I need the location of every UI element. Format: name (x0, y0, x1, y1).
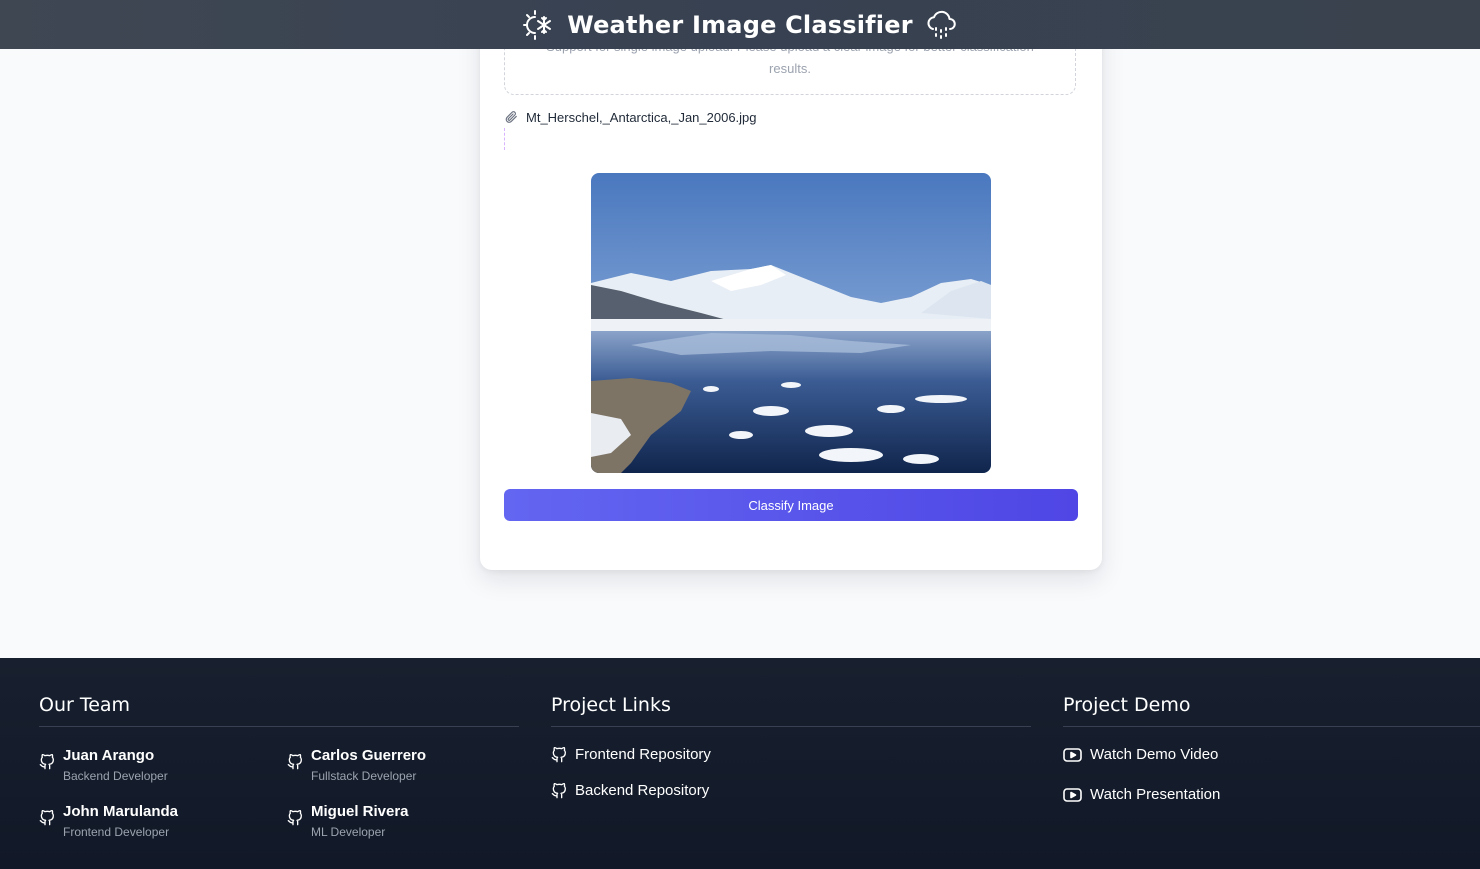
member-role: Frontend Developer (63, 825, 170, 839)
sun-snow-icon (523, 9, 555, 41)
team-member[interactable]: Juan Arango Backend Developer (39, 746, 168, 786)
github-icon (551, 782, 567, 799)
app-title: Weather Image Classifier (567, 10, 913, 39)
team-member[interactable]: Miguel Rivera ML Developer (287, 802, 409, 842)
github-icon (39, 809, 55, 826)
member-name: Juan Arango (63, 747, 155, 764)
link-label: Watch Presentation (1090, 786, 1221, 803)
project-demo-divider (1063, 726, 1480, 727)
team-section: Our Team Juan Arango Backend Developer C… (39, 692, 519, 839)
image-preview (591, 173, 991, 473)
project-links-title: Project Links (551, 694, 671, 716)
link-label: Watch Demo Video (1090, 746, 1219, 763)
classifier-card: Support for single image upload. Please … (480, 0, 1102, 570)
member-role: Fullstack Developer (311, 769, 417, 783)
youtube-icon (1063, 787, 1082, 803)
site-footer: Our Team Juan Arango Backend Developer C… (0, 658, 1480, 869)
upload-progress-marker (504, 128, 505, 150)
paperclip-icon (504, 110, 518, 124)
project-demo-section: Project Demo Watch Demo Video Watch Pres… (1063, 692, 1480, 803)
team-member[interactable]: John Marulanda Frontend Developer (39, 802, 178, 842)
watch-presentation-link[interactable]: Watch Presentation (1063, 786, 1220, 803)
app-header: Weather Image Classifier (0, 0, 1480, 49)
backend-repository-link[interactable]: Backend Repository (551, 782, 709, 799)
project-links-section: Project Links Frontend Repository Backen… (551, 692, 1031, 799)
uploaded-file-name: Mt_Herschel,_Antarctica,_Jan_2006.jpg (526, 109, 757, 125)
classify-image-button[interactable]: Classify Image (504, 489, 1078, 521)
link-label: Frontend Repository (575, 746, 711, 763)
member-name: Carlos Guerrero (311, 747, 427, 764)
member-role: Backend Developer (63, 769, 168, 783)
watch-demo-video-link[interactable]: Watch Demo Video (1063, 746, 1218, 763)
frontend-repository-link[interactable]: Frontend Repository (551, 746, 711, 763)
github-icon (287, 753, 303, 770)
team-divider (39, 726, 519, 727)
project-demo-title: Project Demo (1063, 694, 1191, 716)
member-name: John Marulanda (63, 803, 179, 820)
github-icon (39, 753, 55, 770)
cloud-rain-icon (925, 9, 957, 41)
uploaded-file-item[interactable]: Mt_Herschel,_Antarctica,_Jan_2006.jpg (504, 107, 757, 127)
link-label: Backend Repository (575, 782, 710, 799)
member-role: ML Developer (311, 825, 386, 839)
project-links-divider (551, 726, 1031, 727)
team-title: Our Team (39, 694, 131, 716)
team-member[interactable]: Carlos Guerrero Fullstack Developer (287, 746, 426, 786)
github-icon (287, 809, 303, 826)
member-name: Miguel Rivera (311, 803, 409, 820)
youtube-icon (1063, 747, 1082, 763)
github-icon (551, 746, 567, 763)
